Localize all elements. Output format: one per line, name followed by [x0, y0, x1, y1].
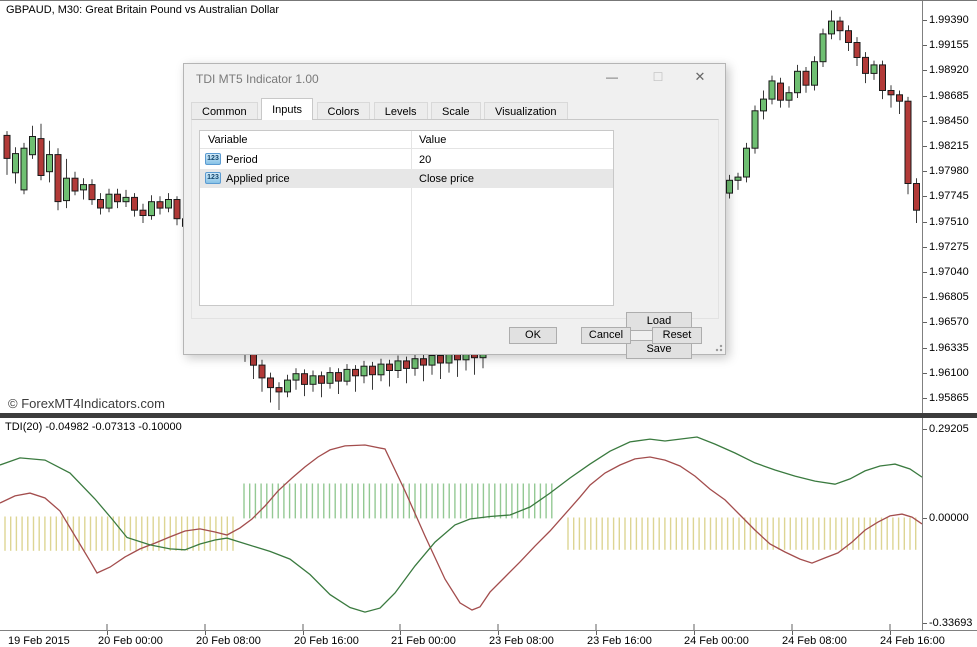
- indicator-axis-label: -0.33693: [929, 617, 972, 629]
- price-axis-label: 1.98215: [929, 140, 969, 152]
- price-tick: [923, 96, 927, 97]
- price-tick: [923, 171, 927, 172]
- parameter-name: Applied price: [226, 173, 290, 185]
- minimize-icon[interactable]: —: [595, 64, 629, 90]
- price-tick: [923, 20, 927, 21]
- table-header-row: Variable Value: [200, 131, 613, 149]
- price-tick: [923, 322, 927, 323]
- price-axis-label: 1.99155: [929, 39, 969, 51]
- price-axis-label: 1.95865: [929, 392, 969, 404]
- indicator-tick: [923, 429, 927, 430]
- price-tick: [923, 348, 927, 349]
- indicator-value-axis[interactable]: 0.29205 0.00000 -0.33693: [922, 418, 977, 630]
- price-axis-label: 1.97745: [929, 190, 969, 202]
- table-row-period[interactable]: 123 Period 20: [200, 150, 613, 169]
- maximize-icon[interactable]: ☐: [641, 64, 675, 90]
- price-tick: [923, 196, 927, 197]
- resize-grip-icon[interactable]: [713, 342, 723, 352]
- time-axis-label: 23 Feb 08:00: [489, 635, 554, 647]
- time-axis-label: 21 Feb 00:00: [391, 635, 456, 647]
- time-axis-label: 24 Feb 00:00: [684, 635, 749, 647]
- price-tick: [923, 373, 927, 374]
- parameter-name: Period: [226, 154, 258, 166]
- integer-parameter-icon: 123: [205, 153, 221, 165]
- time-axis-label: 20 Feb 08:00: [196, 635, 261, 647]
- reset-button[interactable]: Reset: [652, 327, 702, 344]
- price-axis-label: 1.97275: [929, 241, 969, 253]
- price-axis-label: 1.96805: [929, 291, 969, 303]
- indicator-tick: [923, 518, 927, 519]
- price-axis-label: 1.99390: [929, 14, 969, 26]
- tab-page-inputs: Variable Value 123 Period 20 123 Applied…: [191, 119, 719, 319]
- price-tick: [923, 272, 927, 273]
- tab-inputs[interactable]: Inputs: [261, 98, 313, 120]
- indicator-tick: [923, 623, 927, 624]
- mt5-chart-window: GBPAUD, M30: Great Britain Pound vs Aust…: [0, 0, 977, 647]
- price-tick: [923, 247, 927, 248]
- column-header-value: Value: [419, 134, 446, 146]
- dialog-titlebar[interactable]: TDI MT5 Indicator 1.00 — ☐ ✕: [184, 64, 725, 94]
- column-header-variable: Variable: [208, 134, 248, 146]
- parameter-value[interactable]: 20: [419, 154, 431, 166]
- time-axis-label: 20 Feb 16:00: [294, 635, 359, 647]
- symbol-label: GBPAUD, M30: Great Britain Pound vs Aust…: [6, 4, 279, 16]
- watermark: © ForexMT4Indicators.com: [8, 396, 165, 411]
- price-axis-label: 1.97040: [929, 266, 969, 278]
- price-tick: [923, 146, 927, 147]
- time-axis-label: 20 Feb 00:00: [98, 635, 163, 647]
- time-axis-label: 24 Feb 16:00: [880, 635, 945, 647]
- price-axis-label: 1.98450: [929, 115, 969, 127]
- indicator-axis-label: 0.00000: [929, 512, 969, 524]
- time-axis-label: 19 Feb 2015: [8, 635, 70, 647]
- price-axis-label: 1.96100: [929, 367, 969, 379]
- price-axis-label: 1.96335: [929, 342, 969, 354]
- price-tick: [923, 297, 927, 298]
- price-axis-label: 1.98920: [929, 64, 969, 76]
- price-tick: [923, 398, 927, 399]
- indicator-axis-label: 0.29205: [929, 423, 969, 435]
- price-axis-label: 1.98685: [929, 90, 969, 102]
- price-tick: [923, 70, 927, 71]
- price-axis-label: 1.97510: [929, 216, 969, 228]
- parameters-table: Variable Value 123 Period 20 123 Applied…: [199, 130, 614, 306]
- indicator-properties-dialog: TDI MT5 Indicator 1.00 — ☐ ✕ Common Inpu…: [183, 63, 726, 355]
- table-row-applied-price[interactable]: 123 Applied price Close price: [200, 169, 613, 188]
- ok-button[interactable]: OK: [509, 327, 557, 344]
- parameter-value[interactable]: Close price: [419, 173, 474, 185]
- indicator-label: TDI(20) -0.04982 -0.07313 -0.10000: [5, 421, 182, 433]
- price-axis-label: 1.96570: [929, 316, 969, 328]
- price-tick: [923, 121, 927, 122]
- dialog-title: TDI MT5 Indicator 1.00: [196, 72, 319, 86]
- price-axis[interactable]: 1.99390 1.99155 1.98920 1.98685 1.98450 1.982…: [922, 1, 977, 413]
- time-axis-label: 23 Feb 16:00: [587, 635, 652, 647]
- close-icon[interactable]: ✕: [683, 64, 717, 90]
- price-axis-label: 1.97980: [929, 165, 969, 177]
- tdi-indicator-chart[interactable]: [0, 418, 922, 630]
- time-axis[interactable]: 19 Feb 2015 20 Feb 00:00 20 Feb 08:00 20 Fe…: [0, 630, 977, 647]
- price-tick: [923, 45, 927, 46]
- integer-parameter-icon: 123: [205, 172, 221, 184]
- dialog-tabstrip: Common Inputs Colors Levels Scale Visual…: [191, 98, 719, 120]
- time-axis-label: 24 Feb 08:00: [782, 635, 847, 647]
- cancel-button[interactable]: Cancel: [581, 327, 631, 344]
- price-tick: [923, 222, 927, 223]
